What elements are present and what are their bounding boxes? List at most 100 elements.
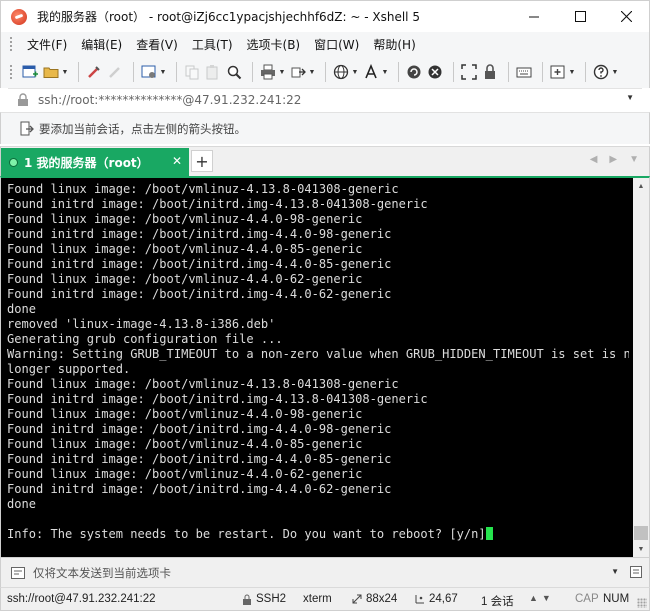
- toolbar-separator: [453, 62, 454, 82]
- compose-dropdown-icon[interactable]: ▼: [611, 567, 619, 576]
- properties-dropdown-icon[interactable]: ▼: [159, 63, 167, 81]
- terminal-line: Found initrd image: /boot/initrd.img-4.4…: [7, 482, 392, 496]
- hint-text: 要添加当前会话，点击左侧的箭头按钮。: [39, 121, 246, 136]
- status-cursor: 24,67: [414, 593, 458, 605]
- terminal-line: Found linux image: /boot/vmlinuz-4.4.0-6…: [7, 272, 363, 286]
- tab-prev-icon[interactable]: ◀: [590, 154, 598, 165]
- open-dropdown-icon[interactable]: ▼: [61, 63, 69, 81]
- paste-button[interactable]: [204, 60, 222, 84]
- terminal-line: Found initrd image: /boot/initrd.img-4.4…: [7, 257, 392, 271]
- xmanager-button[interactable]: [426, 60, 444, 84]
- tab-my-server[interactable]: 1 我的服务器（root） ✕: [1, 148, 189, 176]
- add-session-arrow-icon[interactable]: [19, 121, 35, 137]
- scroll-thumb[interactable]: [634, 526, 648, 540]
- open-session-button[interactable]: ▼: [42, 60, 69, 84]
- tab-next-icon[interactable]: ▶: [609, 154, 617, 165]
- add-tab-button[interactable]: ▼: [549, 60, 576, 84]
- add-tab-icon: [549, 63, 567, 81]
- status-protocol-label: SSH2: [256, 593, 287, 605]
- terminal-line: Found initrd image: /boot/initrd.img-4.1…: [7, 392, 428, 406]
- minimize-button[interactable]: [511, 1, 557, 32]
- maximize-button[interactable]: [557, 1, 603, 32]
- add-tab-dropdown-icon[interactable]: ▼: [568, 63, 576, 81]
- tab-navigation: ◀ ▶ ▼: [590, 154, 639, 165]
- address-dropdown-icon[interactable]: ▼: [626, 93, 634, 102]
- keyboard-button[interactable]: [515, 60, 533, 84]
- window-controls: [511, 1, 649, 32]
- help-icon: [592, 63, 610, 81]
- font-button[interactable]: ▼: [362, 60, 389, 84]
- new-session-button[interactable]: [21, 60, 39, 84]
- menu-tabs[interactable]: 选项卡(B): [241, 34, 307, 55]
- terminal-output[interactable]: Found linux image: /boot/vmlinuz-4.13.8-…: [7, 182, 629, 554]
- terminal-line: longer supported.: [7, 362, 131, 376]
- compose-menu-icon[interactable]: [629, 565, 643, 579]
- sessions-up-icon[interactable]: ▲: [529, 593, 538, 603]
- new-session-icon: [21, 63, 39, 81]
- terminal-line: Found linux image: /boot/vmlinuz-4.4.0-8…: [7, 242, 363, 256]
- help-button[interactable]: ▼: [592, 60, 619, 84]
- tab-label: 1 我的服务器（root）: [24, 155, 149, 170]
- find-button[interactable]: [225, 60, 243, 84]
- scroll-down-icon[interactable]: ▼: [633, 541, 649, 557]
- sessions-down-icon[interactable]: ▼: [542, 593, 551, 603]
- fullscreen-button[interactable]: [460, 60, 478, 84]
- compose-icon: [11, 566, 25, 580]
- lock-screen-button[interactable]: [481, 60, 499, 84]
- address-input[interactable]: ssh://root:**************@47.91.232.241:…: [38, 93, 301, 107]
- properties-button[interactable]: ▼: [140, 60, 167, 84]
- toolbar-separator: [78, 62, 79, 82]
- terminal-line: Found initrd image: /boot/initrd.img-4.4…: [7, 422, 392, 436]
- resize-grip[interactable]: [637, 598, 647, 608]
- terminal-area[interactable]: Found linux image: /boot/vmlinuz-4.13.8-…: [0, 176, 650, 557]
- terminal-line: done: [7, 497, 37, 511]
- tab-list-icon[interactable]: ▼: [629, 154, 639, 165]
- menu-view[interactable]: 查看(V): [130, 34, 184, 55]
- encoding-button[interactable]: ▼: [332, 60, 359, 84]
- print-dropdown-icon[interactable]: ▼: [278, 63, 286, 81]
- terminal-scrollbar[interactable]: ▲ ▼: [633, 178, 649, 557]
- address-bar[interactable]: ssh://root:**************@47.91.232.241:…: [8, 88, 642, 110]
- status-connection: ssh://root@47.91.232.241:22: [7, 593, 156, 605]
- menu-file[interactable]: 文件(F): [21, 34, 73, 55]
- tab-close-icon[interactable]: ✕: [171, 155, 183, 167]
- menu-edit[interactable]: 编辑(E): [75, 34, 128, 55]
- disconnect-button[interactable]: [106, 60, 124, 84]
- cursor-position-icon: [414, 594, 425, 605]
- terminal-line: Warning: Setting GRUB_TIMEOUT to a non-z…: [7, 347, 629, 361]
- terminal-line: Info: The system needs to be restart. Do…: [7, 527, 629, 542]
- transfer-dropdown-icon[interactable]: ▼: [308, 63, 316, 81]
- minimize-icon: [528, 16, 539, 18]
- new-tab-button[interactable]: +: [191, 150, 213, 172]
- xftp-button[interactable]: [405, 60, 423, 84]
- help-dropdown-icon[interactable]: ▼: [611, 63, 619, 81]
- terminal-line: Found initrd image: /boot/initrd.img-4.4…: [7, 287, 392, 301]
- copy-button[interactable]: [183, 60, 201, 84]
- menu-help[interactable]: 帮助(H): [367, 34, 421, 55]
- open-folder-icon: [42, 63, 60, 81]
- transfer-button[interactable]: ▼: [289, 60, 316, 84]
- print-icon: [259, 63, 277, 81]
- scroll-up-icon[interactable]: ▲: [633, 178, 649, 194]
- menu-window[interactable]: 窗口(W): [308, 34, 365, 55]
- close-icon: [620, 11, 632, 22]
- print-button[interactable]: ▼: [259, 60, 286, 84]
- terminal-line: Found initrd image: /boot/initrd.img-4.4…: [7, 227, 392, 241]
- status-protocol: SSH2: [241, 593, 286, 605]
- toolbar-grip: [9, 64, 13, 80]
- font-dropdown-icon[interactable]: ▼: [381, 63, 389, 81]
- menu-tools[interactable]: 工具(T): [186, 34, 239, 55]
- close-button[interactable]: [603, 1, 649, 32]
- window-title: 我的服务器（root） - root@iZj6cc1ypacjshjechhf6…: [37, 10, 420, 24]
- xmanager-icon: [426, 63, 444, 81]
- compose-input[interactable]: 仅将文本发送到当前选项卡: [33, 565, 171, 581]
- encoding-dropdown-icon[interactable]: ▼: [351, 63, 359, 81]
- transfer-icon: [289, 63, 307, 81]
- hint-bar: 要添加当前会话，点击左侧的箭头按钮。: [0, 112, 650, 144]
- properties-icon: [140, 63, 158, 81]
- toolbar-separator: [133, 62, 134, 82]
- terminal-line: Found linux image: /boot/vmlinuz-4.4.0-6…: [7, 467, 363, 481]
- reconnect-button[interactable]: [85, 60, 103, 84]
- find-icon: [225, 63, 243, 81]
